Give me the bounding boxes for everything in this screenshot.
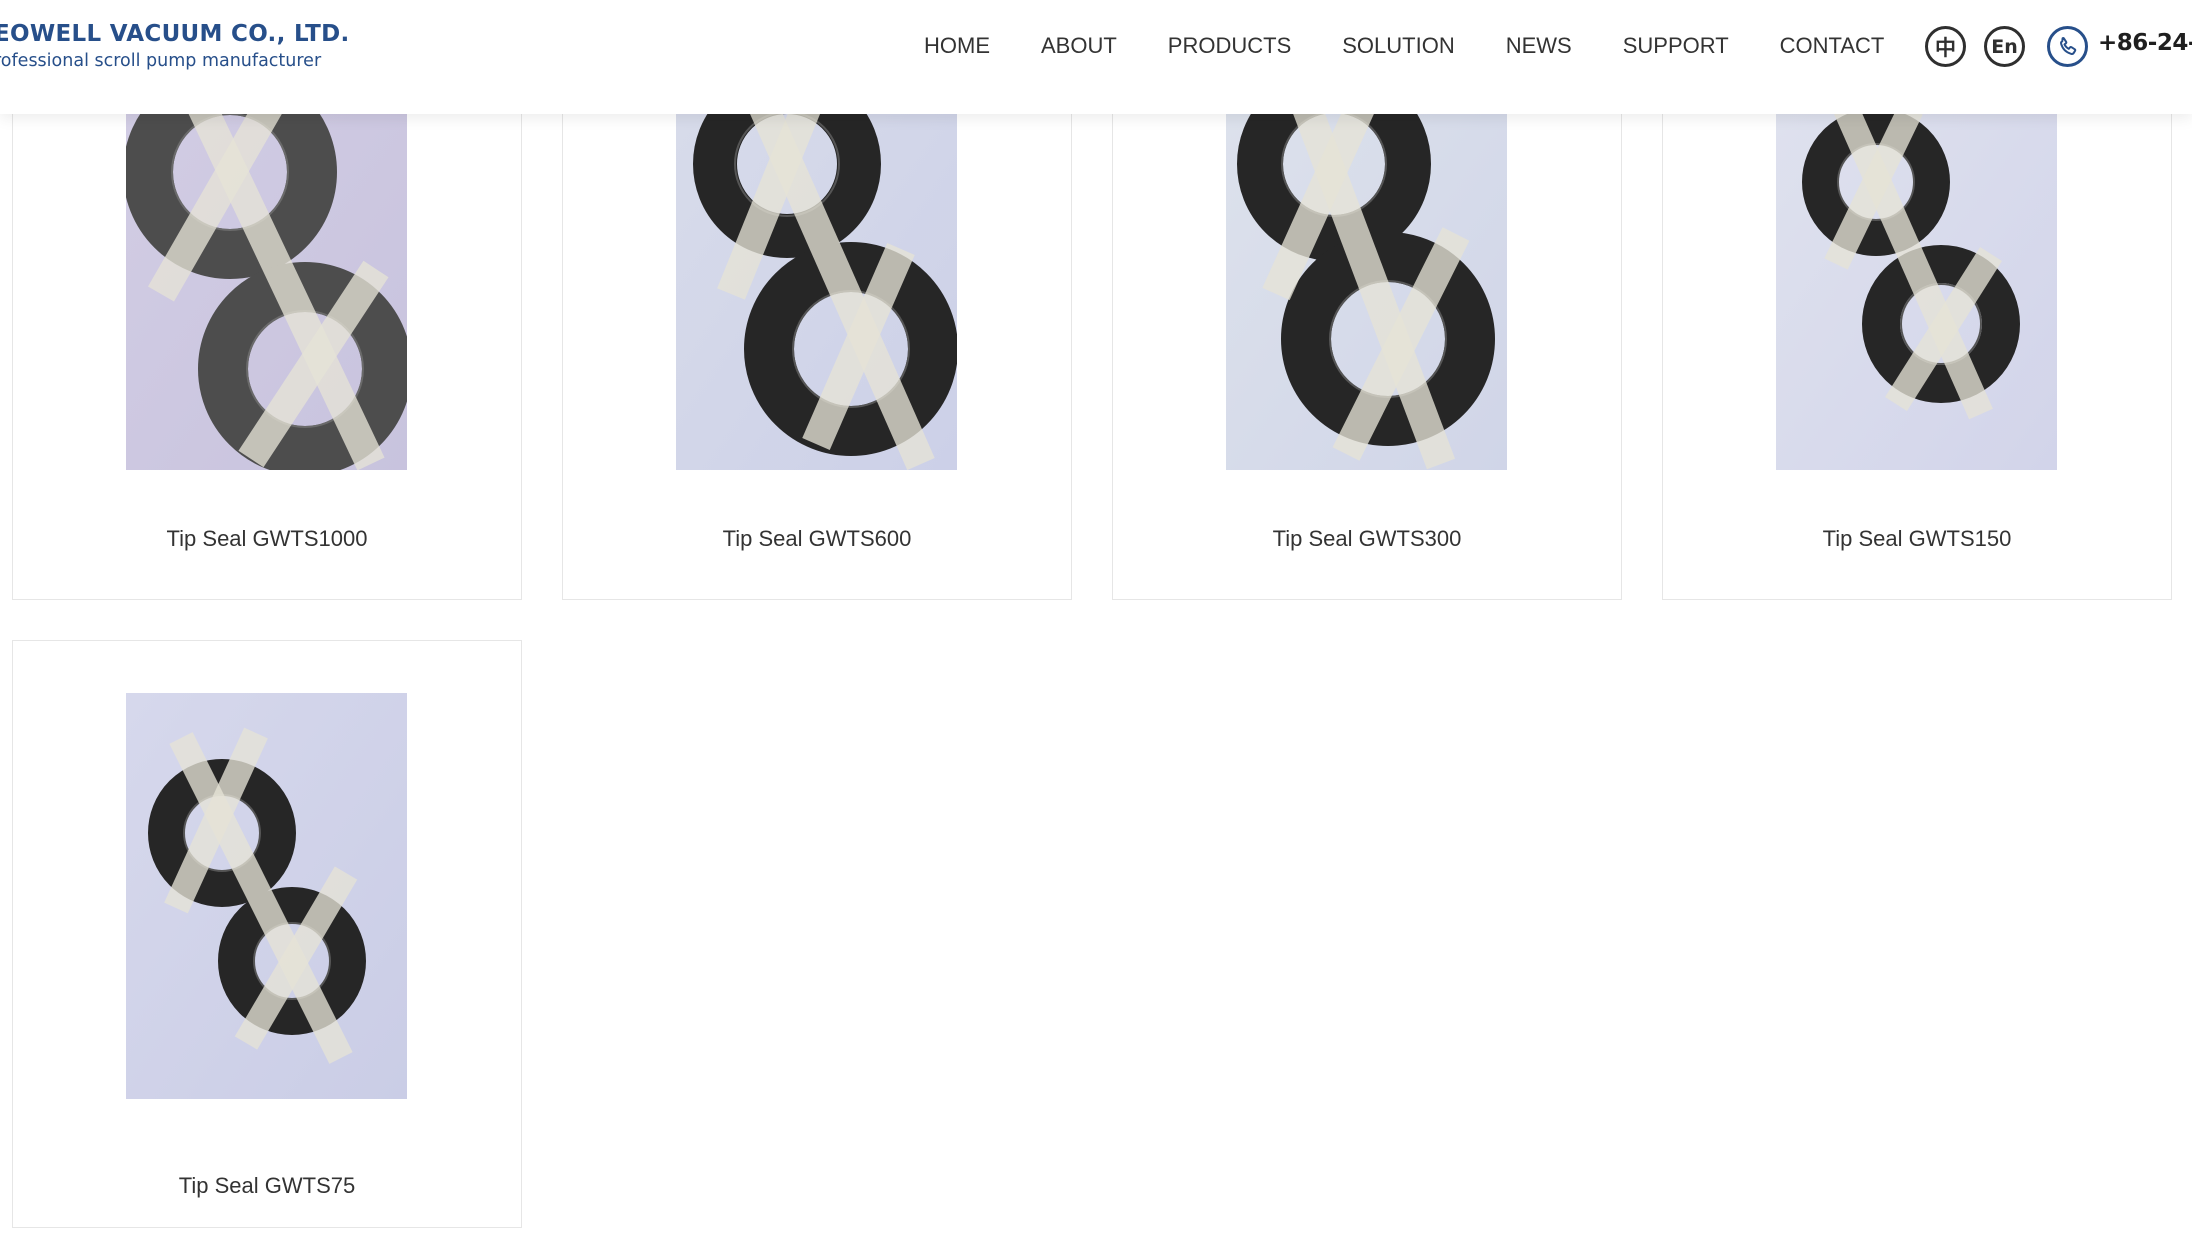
- nav-home[interactable]: HOME: [924, 33, 990, 59]
- phone-icon: [2047, 26, 2088, 67]
- product-title[interactable]: Tip Seal GWTS150: [1663, 526, 2171, 552]
- phone-number[interactable]: +86-24-8: [2098, 30, 2192, 56]
- nav-contact[interactable]: CONTACT: [1780, 33, 1885, 59]
- tip-seal-photo-icon: [1226, 64, 1507, 470]
- product-title[interactable]: Tip Seal GWTS300: [1113, 526, 1621, 552]
- nav-about[interactable]: ABOUT: [1041, 33, 1117, 59]
- product-image[interactable]: [1776, 64, 2057, 470]
- product-card[interactable]: Tip Seal GWTS75: [12, 640, 522, 1228]
- tip-seal-photo-icon: [1776, 64, 2057, 470]
- nav-products[interactable]: PRODUCTS: [1168, 33, 1291, 59]
- product-image[interactable]: [676, 64, 957, 470]
- product-title[interactable]: Tip Seal GWTS600: [563, 526, 1071, 552]
- language-chinese-button[interactable]: 中: [1925, 26, 1966, 67]
- nav-news[interactable]: NEWS: [1506, 33, 1572, 59]
- product-image[interactable]: [126, 693, 407, 1099]
- nav-solution[interactable]: SOLUTION: [1342, 33, 1454, 59]
- tip-seal-photo-icon: [676, 64, 957, 470]
- tip-seal-photo-icon: [126, 693, 407, 1099]
- product-title[interactable]: Tip Seal GWTS75: [13, 1173, 521, 1199]
- product-image[interactable]: [1226, 64, 1507, 470]
- site-header: EOWELL VACUUM CO., LTD. rofessional scro…: [0, 0, 2192, 114]
- product-image[interactable]: [126, 64, 407, 470]
- language-english-button[interactable]: En: [1984, 26, 2025, 67]
- product-grid: Tip Seal GWTS1000 Tip Seal GWTS600 Tip S…: [0, 0, 2192, 1236]
- logo-title: EOWELL VACUUM CO., LTD.: [0, 21, 350, 47]
- nav-support[interactable]: SUPPORT: [1623, 33, 1729, 59]
- tip-seal-photo-icon: [126, 64, 407, 470]
- product-title[interactable]: Tip Seal GWTS1000: [13, 526, 521, 552]
- main-nav: HOME ABOUT PRODUCTS SOLUTION NEWS SUPPOR…: [924, 28, 1884, 64]
- logo-tagline: rofessional scroll pump manufacturer: [0, 51, 322, 71]
- company-logo[interactable]: EOWELL VACUUM CO., LTD. rofessional scro…: [0, 18, 350, 72]
